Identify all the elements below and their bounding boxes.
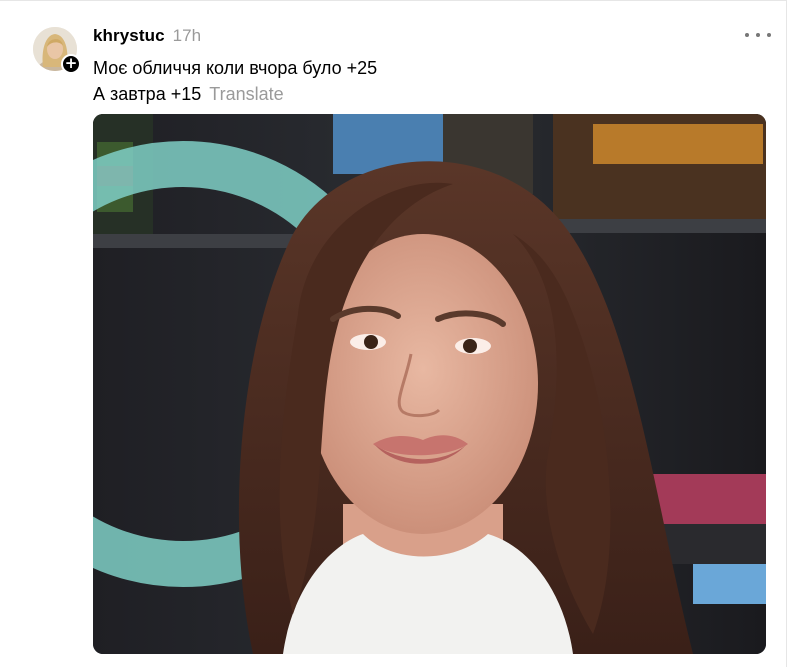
post-header: khrystuc 17h xyxy=(93,26,201,48)
more-dot xyxy=(767,33,771,37)
follow-plus-icon[interactable]: + xyxy=(61,54,81,74)
more-dot xyxy=(745,33,749,37)
caption-line-2-text: А завтра +15 xyxy=(93,84,202,104)
caption-line-1: Моє обличчя коли вчора було +25 xyxy=(93,58,378,78)
more-dot xyxy=(756,33,760,37)
post-card: + khrystuc 17h Моє обличчя коли вчора бу… xyxy=(0,0,787,667)
more-options-icon[interactable] xyxy=(745,27,771,43)
post-caption: Моє обличчя коли вчора було +25 А завтра… xyxy=(93,55,377,107)
post-photo-illustration xyxy=(93,114,766,654)
username-link[interactable]: khrystuc xyxy=(93,26,165,46)
translate-link[interactable]: Translate xyxy=(209,84,283,104)
post-timestamp[interactable]: 17h xyxy=(173,26,201,46)
post-image[interactable] xyxy=(93,114,766,654)
caption-line-2: А завтра +15 Translate xyxy=(93,81,377,107)
avatar-container[interactable]: + xyxy=(33,27,81,74)
